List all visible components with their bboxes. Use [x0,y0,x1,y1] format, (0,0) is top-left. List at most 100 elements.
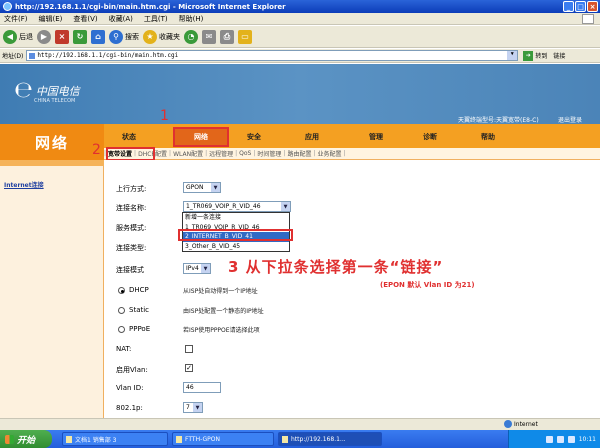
sidebar-stripe [0,160,104,166]
window-controls: _ □ × [563,1,598,12]
close-button[interactable]: × [587,1,598,12]
service-mode-label: 服务模式: [116,224,147,232]
security-zone: Internet [504,420,538,428]
vlan-enable-checkbox[interactable]: ✓ [185,364,193,372]
folder-icon[interactable]: ▭ [238,29,252,44]
conn-mode-select[interactable]: IPv4 ▼ [183,263,211,274]
maximize-button[interactable]: □ [575,1,586,12]
go-arrow-icon: ➜ [523,50,534,61]
static-radio[interactable] [118,307,125,314]
menu-view[interactable]: 查看(V) [73,14,97,24]
dhcp-label: DHCP [129,286,149,294]
window-title: http://192.168.1.1/cgi-bin/main.htm.cgi … [15,2,286,11]
conn-mode-label: 连接模式 [116,266,144,274]
logout-link[interactable]: 退出登录 [558,115,582,124]
chevron-down-icon: ▼ [211,183,220,192]
chevron-down-icon: ▼ [193,403,202,412]
conn-type-label: 连接类型: [116,244,147,252]
subtab-routing[interactable]: 路由配置 [285,149,313,158]
back-arrow-icon: ◀ [3,29,17,44]
conn-name-label: 连接名称: [116,204,147,212]
vlan-id-input[interactable]: 46 [183,382,221,393]
p8021-label: 802.1p: [116,404,143,412]
windows-logo-icon [582,14,594,24]
address-dropdown-icon[interactable]: ▼ [507,51,518,60]
refresh-icon[interactable]: ↻ [73,29,87,44]
menu-help[interactable]: 帮助(H) [179,14,204,24]
dhcp-desc: 从ISP处自动得到一个IP地址 [183,288,258,295]
tab-management[interactable]: 管理 [369,132,383,142]
forward-arrow-icon[interactable]: ▶ [37,29,51,44]
subtab-time[interactable]: 时间管理 [255,149,283,158]
dhcp-radio[interactable] [118,287,125,294]
system-tray: 10:11 [508,430,600,448]
back-button[interactable]: ◀ 后退 [3,29,33,44]
annotation-step-2: 2 [92,142,101,158]
dropdown-option[interactable]: 新增一条连接 [183,213,289,223]
browser-toolbar: ◀ 后退 ▶ × ↻ ⌂ ⚲ 搜索 ★ 收藏夹 ◔ ✉ ⎙ ▭ [0,26,600,48]
tab-status[interactable]: 状态 [122,132,136,142]
address-bar: 地址(D) http://192.168.1.1/cgi-bin/main.ht… [0,49,600,63]
minimize-button[interactable]: _ [563,1,574,12]
window-titlebar: http://192.168.1.1/cgi-bin/main.htm.cgi … [0,0,600,13]
pppoe-label: PPPoE [129,325,151,333]
menu-tools[interactable]: 工具(T) [144,14,168,24]
tab-network[interactable]: 网络 [173,127,229,147]
annotation-box-subtab [106,147,155,161]
chevron-down-icon: ▼ [201,264,210,273]
tab-diagnostics[interactable]: 诊断 [423,132,437,142]
security-icon[interactable] [567,435,575,443]
status-bar: Internet [0,418,600,430]
device-model: 天翼终端型号:天翼宽带(E8-C) [458,117,539,124]
links-label[interactable]: 链接 [553,51,565,60]
vlan-enable-label: 启用Vlan: [116,366,148,374]
tab-application[interactable]: 应用 [305,132,319,142]
volume-icon[interactable] [556,435,564,443]
conn-name-select[interactable]: 1_TR069_VOIP_R_VID_46 ▼ [183,201,291,212]
stop-icon[interactable]: × [55,29,69,44]
static-label: Static [129,306,150,314]
star-icon: ★ [143,29,157,44]
annotation-box-dropdown [178,229,293,241]
upstream-select[interactable]: GPON ▼ [183,182,221,193]
section-title: 网络 [0,124,104,160]
sidebar: Internet连接 [0,160,104,418]
address-input[interactable]: http://192.168.1.1/cgi-bin/main.htm.cgi … [26,50,519,61]
subtab-service[interactable]: 业务配置 [315,149,343,158]
sidebar-item-internet[interactable]: Internet连接 [4,180,44,189]
pppoe-radio[interactable] [118,326,125,333]
annotation-step-3: 3 从下拉条选择第一条“链接” [228,258,444,276]
subtab-qos[interactable]: QoS [237,150,253,157]
start-button[interactable]: 开始 [0,430,52,448]
search-button[interactable]: ⚲ 搜索 [109,29,139,44]
logo-subtitle: CHINA TELECOM [34,98,76,104]
tab-help[interactable]: 帮助 [481,132,495,142]
subtab-wlan[interactable]: WLAN配置 [171,149,205,158]
favorites-button[interactable]: ★ 收藏夹 [143,29,180,44]
static-desc: 由ISP处配置一个静态的IP地址 [183,308,264,315]
annotation-step-1: 1 [160,108,169,124]
annotation-note: (EPON 默认 Vlan ID 为21) [380,281,475,289]
taskbar-item-document[interactable]: 文档1 销售部 3 [62,432,168,446]
history-icon[interactable]: ◔ [184,29,198,44]
nat-checkbox[interactable] [185,345,193,353]
search-icon: ⚲ [109,29,123,44]
menu-edit[interactable]: 编辑(E) [39,14,63,24]
menu-favorites[interactable]: 收藏(A) [109,14,133,24]
network-icon[interactable] [545,435,553,443]
print-icon[interactable]: ⎙ [220,29,234,44]
go-button[interactable]: ➜ 转到 [523,50,547,61]
taskbar-item-browser[interactable]: http://192.168.1... [278,432,382,446]
dropdown-option[interactable]: 3_Other_B_VID_45 [183,242,289,252]
home-icon[interactable]: ⌂ [91,29,105,44]
taskbar-item-ftth[interactable]: FTTH-GPON [172,432,274,446]
subtab-remote[interactable]: 远程管理 [207,149,235,158]
clock[interactable]: 10:11 [579,436,596,443]
p8021-select[interactable]: 7 ▼ [183,402,203,413]
telecom-logo-icon: ℮ [14,78,33,103]
tab-security[interactable]: 安全 [247,132,261,142]
menu-file[interactable]: 文件(F) [4,14,28,24]
sub-nav: | 宽带设置 | DHCP配置 | WLAN配置 | 远程管理 | QoS | … [104,148,600,160]
mail-icon[interactable]: ✉ [202,29,216,44]
nat-label: NAT: [116,345,132,353]
